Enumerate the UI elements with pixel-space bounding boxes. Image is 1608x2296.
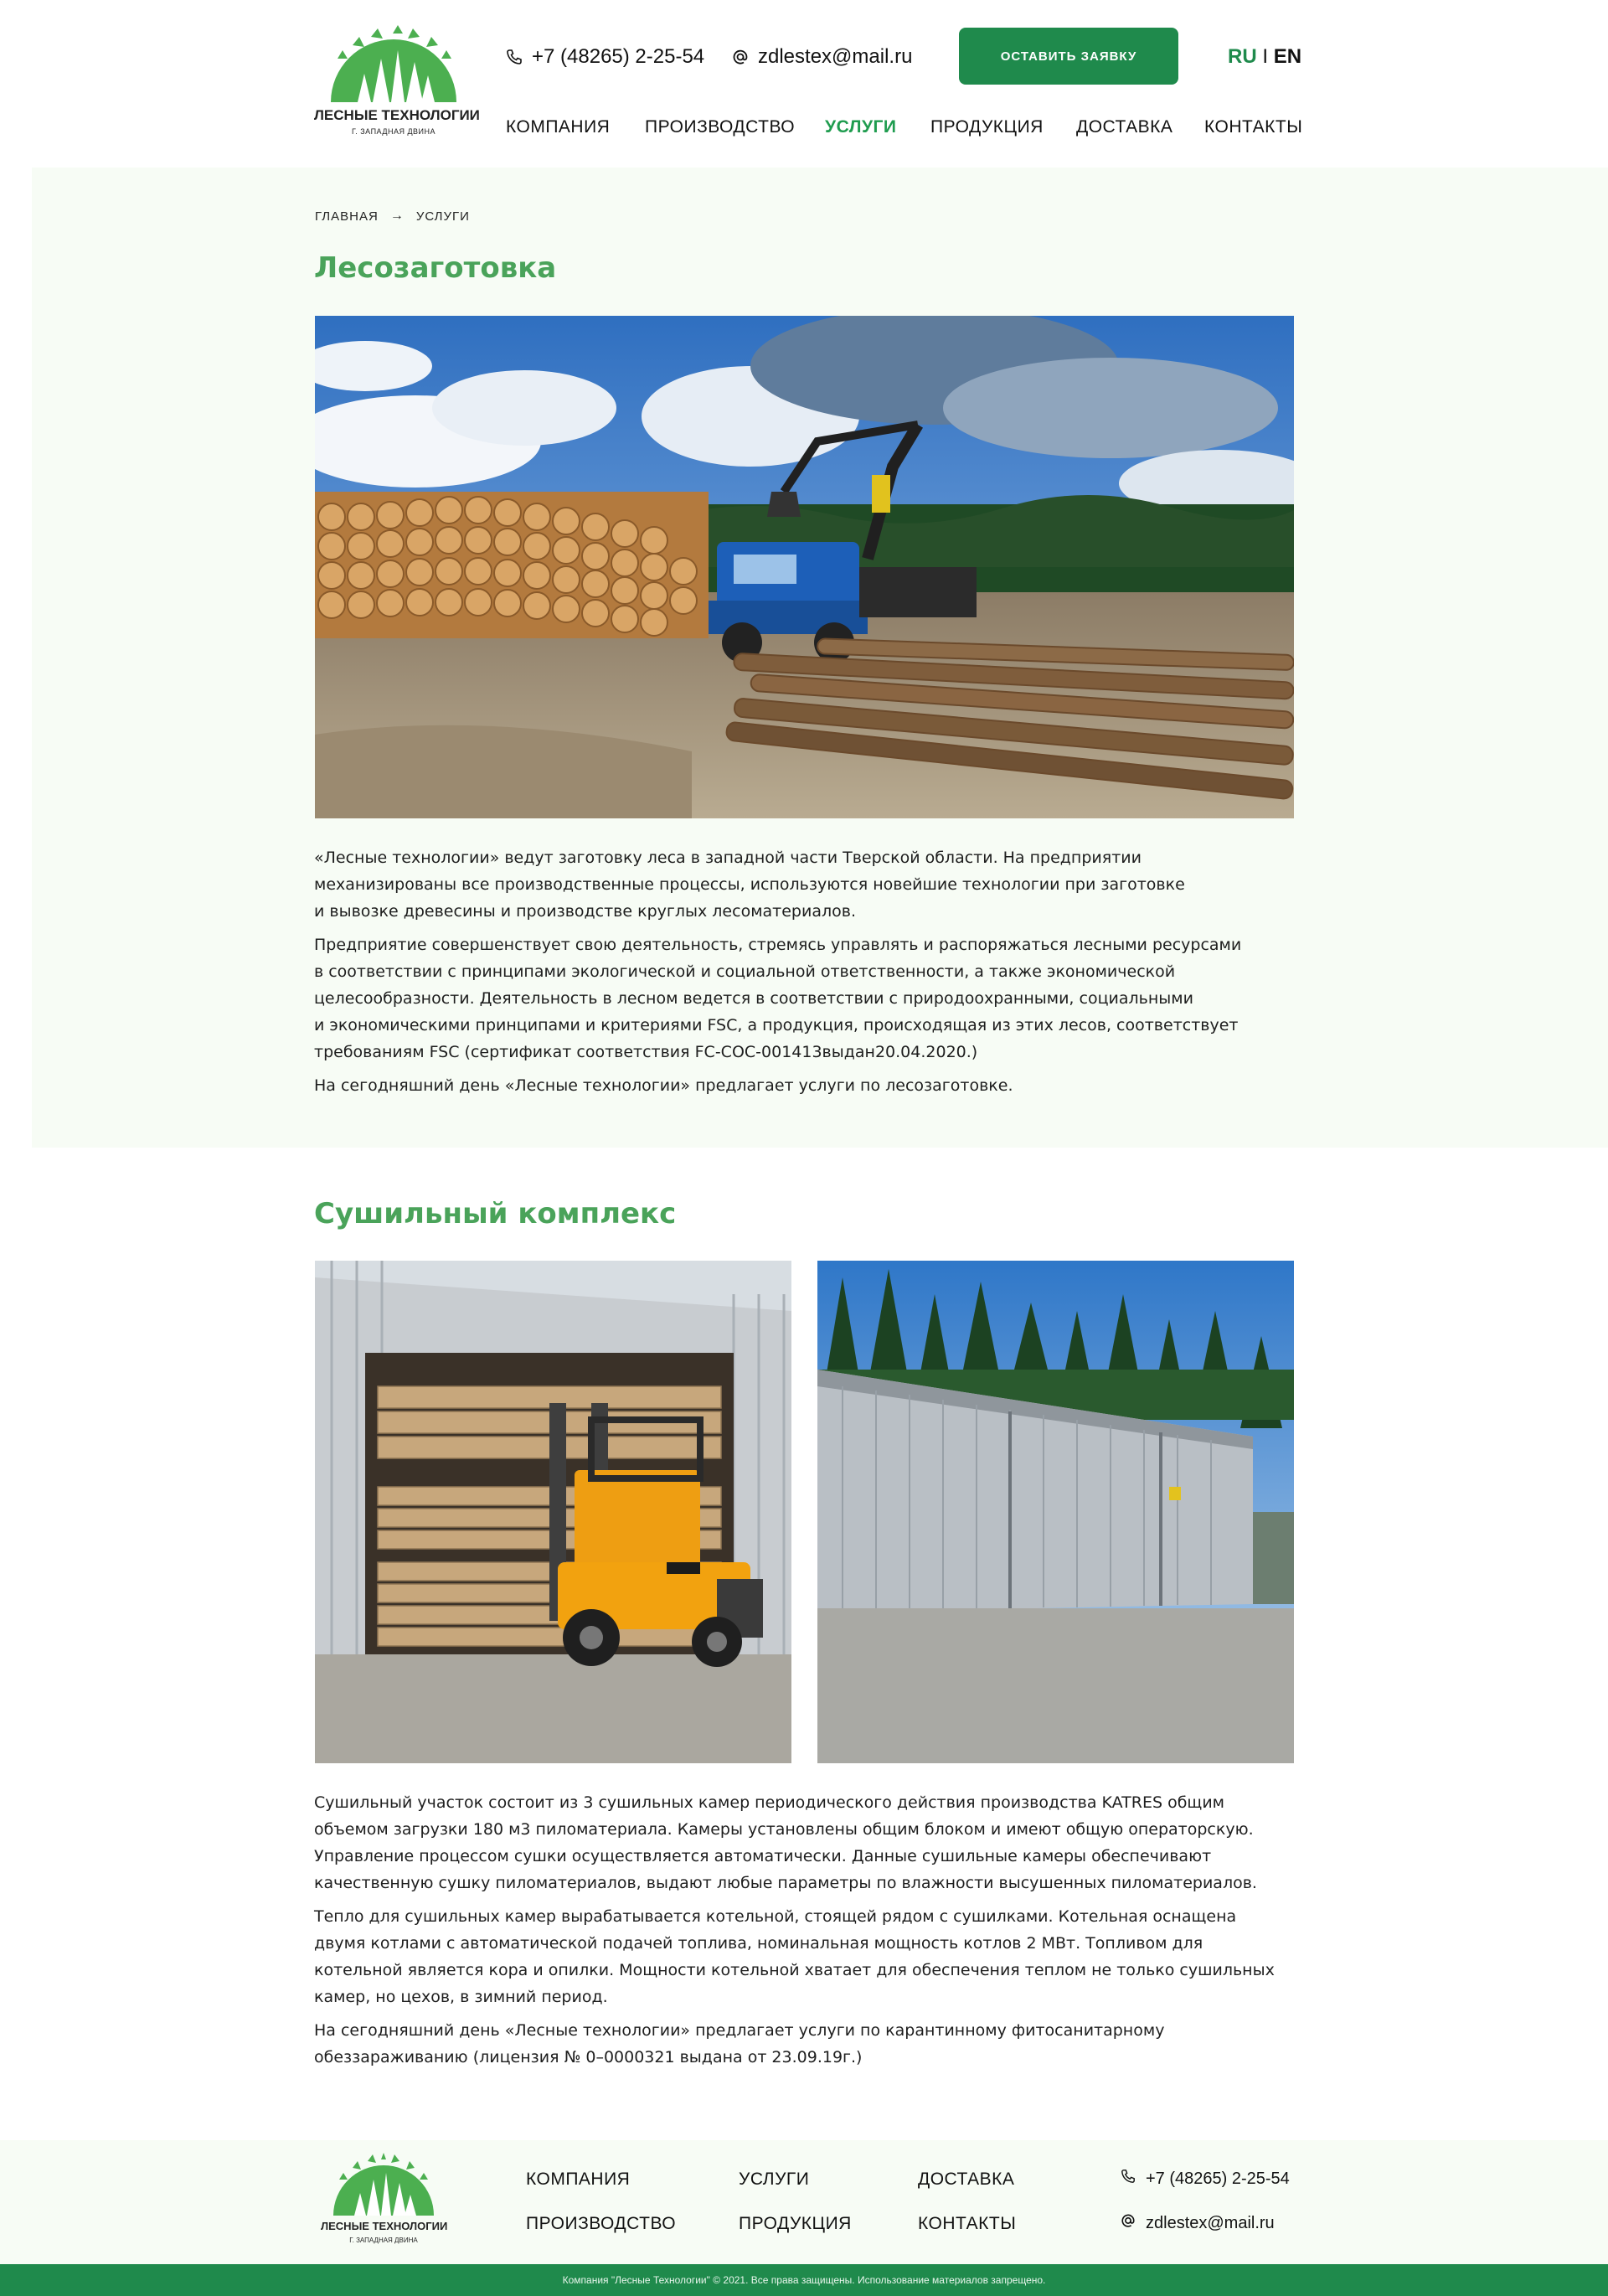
- language-switcher: RU I EN: [1228, 45, 1301, 69]
- header-email[interactable]: zdlestex@mail.ru: [731, 45, 912, 69]
- footer-link-company[interactable]: КОМПАНИЯ: [526, 2170, 630, 2190]
- drying-paragraph-3: На сегодняшний день «Лесные технологии» …: [314, 2021, 1165, 2066]
- header-phone[interactable]: +7 (48265) 2-25-54: [505, 45, 704, 69]
- drying-title: Сушильный комплекс: [314, 1197, 677, 1231]
- drying-photo-kilns: [817, 1261, 1294, 1763]
- lang-separator: I: [1262, 45, 1269, 68]
- footer-link-delivery[interactable]: ДОСТАВКА: [918, 2170, 1014, 2190]
- nav-item-company[interactable]: КОМПАНИЯ: [506, 117, 610, 137]
- log-loader-truck-image: [315, 316, 1294, 818]
- logo-trees-icon: [331, 25, 456, 102]
- at-sign-icon: [731, 48, 750, 66]
- footer-at-sign-icon: [1121, 2213, 1136, 2233]
- breadcrumb: ГЛАВНАЯ → УСЛУГИ: [315, 209, 470, 224]
- footer-phone[interactable]: +7 (48265) 2-25-54: [1121, 2169, 1290, 2189]
- footer-logo[interactable]: ЛЕСНЫЕ ТЕХНОЛОГИИ Г. ЗАПАДНАЯ ДВИНА: [321, 2153, 448, 2252]
- footer-logo-trees-icon: [333, 2153, 434, 2216]
- drying-paragraph-2: Тепло для сушильных камер вырабатывается…: [314, 1907, 1275, 2006]
- drying-paragraph-1: Сушильный участок состоит из 3 сушильных…: [314, 1793, 1257, 1892]
- leave-request-button[interactable]: ОСТАВИТЬ ЗАЯВКУ: [959, 28, 1178, 85]
- logging-paragraph-1: «Лесные технологии» ведут заготовку леса…: [314, 849, 1185, 921]
- drying-photo-forklift: [315, 1261, 791, 1763]
- nav-item-products[interactable]: ПРОДУКЦИЯ: [930, 117, 1044, 137]
- nav-item-contacts[interactable]: КОНТАКТЫ: [1204, 117, 1302, 137]
- footer: [0, 2140, 1608, 2264]
- logo-subtitle: Г. ЗАПАДНАЯ ДВИНА: [351, 127, 436, 136]
- logging-text: «Лесные технологии» ведут заготовку леса…: [314, 844, 1302, 1106]
- header-phone-text: +7 (48265) 2-25-54: [532, 45, 705, 68]
- footer-phone-icon: [1121, 2169, 1136, 2189]
- copyright-bar: Компания "Лесные Технологии" © 2021. Все…: [0, 2264, 1608, 2296]
- breadcrumb-current: УСЛУГИ: [415, 209, 470, 224]
- phone-icon: [505, 48, 523, 66]
- site-logo[interactable]: ЛЕСНЫЕ ТЕХНОЛОГИИ Г. ЗАПАДНАЯ ДВИНА: [314, 25, 480, 142]
- footer-link-services[interactable]: УСЛУГИ: [739, 2170, 809, 2190]
- footer-link-production[interactable]: ПРОИЗВОДСТВО: [526, 2214, 676, 2234]
- nav-item-delivery[interactable]: ДОСТАВКА: [1076, 117, 1172, 137]
- header-email-text: zdlestex@mail.ru: [758, 45, 913, 68]
- footer-email[interactable]: zdlestex@mail.ru: [1121, 2213, 1275, 2233]
- footer-logo-subtitle: Г. ЗАПАДНАЯ ДВИНА: [349, 2237, 418, 2244]
- footer-email-text: zdlestex@mail.ru: [1146, 2213, 1275, 2232]
- footer-logo-title: ЛЕСНЫЕ ТЕХНОЛОГИИ: [321, 2220, 448, 2232]
- logging-photo: [315, 316, 1294, 818]
- nav-item-production[interactable]: ПРОИЗВОДСТВО: [645, 117, 795, 137]
- footer-link-products[interactable]: ПРОДУКЦИЯ: [739, 2214, 852, 2234]
- forklift-kiln-image: [315, 1261, 791, 1763]
- logging-title: Лесозаготовка: [314, 251, 557, 285]
- logging-paragraph-3: На сегодняшний день «Лесные технологии» …: [314, 1076, 1013, 1095]
- breadcrumb-arrow-icon: →: [389, 209, 405, 223]
- footer-phone-text: +7 (48265) 2-25-54: [1146, 2169, 1290, 2188]
- nav-item-services[interactable]: УСЛУГИ: [825, 117, 897, 137]
- breadcrumb-home[interactable]: ГЛАВНАЯ: [315, 209, 379, 224]
- logging-paragraph-2: Предприятие совершенствует свою деятельн…: [314, 936, 1242, 1061]
- lang-ru[interactable]: RU: [1228, 45, 1257, 68]
- footer-link-contacts[interactable]: КОНТАКТЫ: [918, 2214, 1016, 2234]
- lang-en[interactable]: EN: [1274, 45, 1301, 68]
- drying-kilns-building-image: [817, 1261, 1294, 1763]
- drying-text: Сушильный участок состоит из 3 сушильных…: [314, 1789, 1302, 2077]
- logo-title: ЛЕСНЫЕ ТЕХНОЛОГИИ: [314, 107, 480, 123]
